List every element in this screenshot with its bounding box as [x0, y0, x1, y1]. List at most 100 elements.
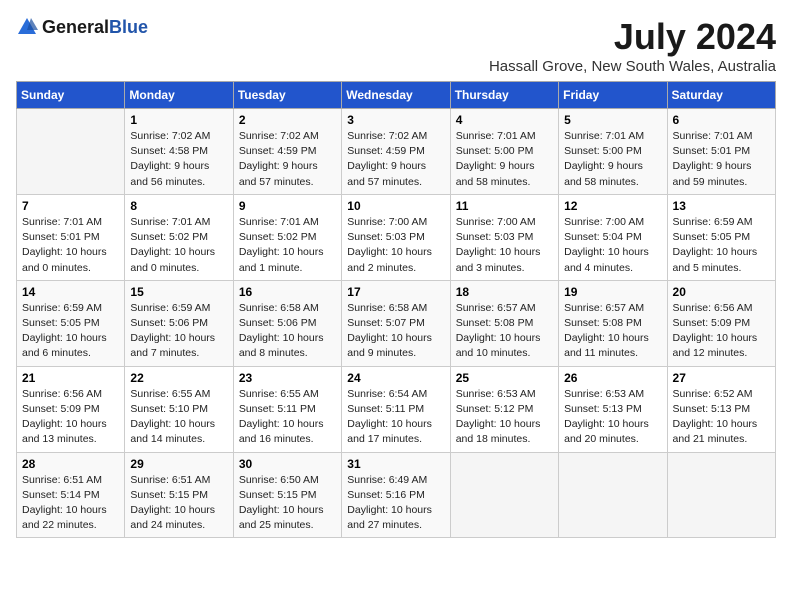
day-number: 24	[347, 371, 444, 385]
day-number: 13	[673, 199, 770, 213]
day-info: Sunrise: 7:00 AMSunset: 5:03 PMDaylight:…	[347, 215, 444, 276]
day-number: 17	[347, 285, 444, 299]
day-number: 18	[456, 285, 553, 299]
calendar-cell: 8 Sunrise: 7:01 AMSunset: 5:02 PMDaylight…	[125, 194, 233, 280]
day-number: 12	[564, 199, 661, 213]
calendar-cell: 5 Sunrise: 7:01 AMSunset: 5:00 PMDaylight…	[559, 109, 667, 195]
day-number: 28	[22, 457, 119, 471]
calendar-cell: 25Sunrise: 6:53 AMSunset: 5:12 PMDayligh…	[450, 366, 558, 452]
day-info: Sunrise: 6:59 AMSunset: 5:05 PMDaylight:…	[22, 301, 119, 362]
calendar-cell: 16 Sunrise: 6:58 AMSunset: 5:06 PMDayligh…	[233, 280, 341, 366]
calendar-cell: 7Sunrise: 7:01 AMSunset: 5:01 PMDaylight…	[17, 194, 125, 280]
day-info: Sunrise: 6:56 AMSunset: 5:09 PMDaylight:…	[673, 301, 770, 362]
day-number: 19	[564, 285, 661, 299]
day-number: 3	[347, 113, 444, 127]
calendar-cell: 13 Sunrise: 6:59 AMSunset: 5:05 PMDayligh…	[667, 194, 775, 280]
day-info: Sunrise: 7:01 AMSunset: 5:02 PMDaylight:…	[130, 215, 227, 276]
calendar-cell: 30 Sunrise: 6:50 AMSunset: 5:15 PMDayligh…	[233, 452, 341, 538]
days-header-row: SundayMondayTuesdayWednesdayThursdayFrid…	[17, 82, 776, 109]
calendar-cell	[667, 452, 775, 538]
day-info: Sunrise: 7:02 AMSunset: 4:59 PMDaylight:…	[239, 129, 336, 190]
day-info: Sunrise: 7:00 AMSunset: 5:03 PMDaylight:…	[456, 215, 553, 276]
day-info: Sunrise: 6:57 AMSunset: 5:08 PMDaylight:…	[456, 301, 553, 362]
day-info: Sunrise: 6:53 AMSunset: 5:13 PMDaylight:…	[564, 387, 661, 448]
day-info: Sunrise: 7:01 AMSunset: 5:01 PMDaylight:…	[673, 129, 770, 190]
day-info: Sunrise: 7:01 AMSunset: 5:01 PMDaylight:…	[22, 215, 119, 276]
day-number: 29	[130, 457, 227, 471]
day-info: Sunrise: 7:01 AMSunset: 5:02 PMDaylight:…	[239, 215, 336, 276]
title-area: July 2024 Hassall Grove, New South Wales…	[489, 16, 776, 75]
calendar-cell: 2 Sunrise: 7:02 AMSunset: 4:59 PMDaylight…	[233, 109, 341, 195]
logo: GeneralBlue	[16, 16, 148, 38]
calendar-cell: 3 Sunrise: 7:02 AMSunset: 4:59 PMDaylight…	[342, 109, 450, 195]
day-info: Sunrise: 6:57 AMSunset: 5:08 PMDaylight:…	[564, 301, 661, 362]
day-info: Sunrise: 6:52 AMSunset: 5:13 PMDaylight:…	[673, 387, 770, 448]
day-header-friday: Friday	[559, 82, 667, 109]
day-number: 1	[130, 113, 227, 127]
logo-text: GeneralBlue	[42, 17, 148, 38]
day-info: Sunrise: 6:56 AMSunset: 5:09 PMDaylight:…	[22, 387, 119, 448]
day-header-sunday: Sunday	[17, 82, 125, 109]
calendar-cell: 4Sunrise: 7:01 AMSunset: 5:00 PMDaylight…	[450, 109, 558, 195]
week-row-1: 1 Sunrise: 7:02 AMSunset: 4:58 PMDaylight…	[17, 109, 776, 195]
day-header-wednesday: Wednesday	[342, 82, 450, 109]
calendar-cell: 10 Sunrise: 7:00 AMSunset: 5:03 PMDayligh…	[342, 194, 450, 280]
logo-icon	[16, 16, 38, 38]
day-number: 8	[130, 199, 227, 213]
day-number: 5	[564, 113, 661, 127]
day-info: Sunrise: 6:59 AMSunset: 5:05 PMDaylight:…	[673, 215, 770, 276]
calendar-cell: 29 Sunrise: 6:51 AMSunset: 5:15 PMDayligh…	[125, 452, 233, 538]
day-number: 10	[347, 199, 444, 213]
day-info: Sunrise: 6:55 AMSunset: 5:11 PMDaylight:…	[239, 387, 336, 448]
day-number: 21	[22, 371, 119, 385]
day-info: Sunrise: 7:02 AMSunset: 4:58 PMDaylight:…	[130, 129, 227, 190]
day-info: Sunrise: 6:55 AMSunset: 5:10 PMDaylight:…	[130, 387, 227, 448]
week-row-2: 7Sunrise: 7:01 AMSunset: 5:01 PMDaylight…	[17, 194, 776, 280]
day-info: Sunrise: 6:50 AMSunset: 5:15 PMDaylight:…	[239, 473, 336, 534]
logo-general: General	[42, 17, 109, 37]
calendar-table: SundayMondayTuesdayWednesdayThursdayFrid…	[16, 81, 776, 538]
header: GeneralBlue July 2024 Hassall Grove, New…	[16, 16, 776, 75]
calendar-cell: 22 Sunrise: 6:55 AMSunset: 5:10 PMDayligh…	[125, 366, 233, 452]
day-number: 15	[130, 285, 227, 299]
calendar-cell: 11 Sunrise: 7:00 AMSunset: 5:03 PMDayligh…	[450, 194, 558, 280]
week-row-3: 14Sunrise: 6:59 AMSunset: 5:05 PMDayligh…	[17, 280, 776, 366]
day-number: 6	[673, 113, 770, 127]
calendar-cell: 17 Sunrise: 6:58 AMSunset: 5:07 PMDayligh…	[342, 280, 450, 366]
week-row-5: 28Sunrise: 6:51 AMSunset: 5:14 PMDayligh…	[17, 452, 776, 538]
calendar-cell: 27Sunrise: 6:52 AMSunset: 5:13 PMDayligh…	[667, 366, 775, 452]
day-number: 11	[456, 199, 553, 213]
calendar-cell: 31 Sunrise: 6:49 AMSunset: 5:16 PMDayligh…	[342, 452, 450, 538]
calendar-cell: 19 Sunrise: 6:57 AMSunset: 5:08 PMDayligh…	[559, 280, 667, 366]
day-number: 22	[130, 371, 227, 385]
day-number: 30	[239, 457, 336, 471]
calendar-cell: 26 Sunrise: 6:53 AMSunset: 5:13 PMDayligh…	[559, 366, 667, 452]
day-number: 16	[239, 285, 336, 299]
day-info: Sunrise: 7:01 AMSunset: 5:00 PMDaylight:…	[564, 129, 661, 190]
calendar-cell: 20Sunrise: 6:56 AMSunset: 5:09 PMDayligh…	[667, 280, 775, 366]
day-number: 2	[239, 113, 336, 127]
calendar-cell: 1 Sunrise: 7:02 AMSunset: 4:58 PMDaylight…	[125, 109, 233, 195]
day-info: Sunrise: 6:58 AMSunset: 5:07 PMDaylight:…	[347, 301, 444, 362]
calendar-cell: 12 Sunrise: 7:00 AMSunset: 5:04 PMDayligh…	[559, 194, 667, 280]
day-number: 26	[564, 371, 661, 385]
day-info: Sunrise: 6:54 AMSunset: 5:11 PMDaylight:…	[347, 387, 444, 448]
calendar-cell: 18 Sunrise: 6:57 AMSunset: 5:08 PMDayligh…	[450, 280, 558, 366]
calendar-cell: 14Sunrise: 6:59 AMSunset: 5:05 PMDayligh…	[17, 280, 125, 366]
day-info: Sunrise: 6:49 AMSunset: 5:16 PMDaylight:…	[347, 473, 444, 534]
day-number: 4	[456, 113, 553, 127]
day-info: Sunrise: 6:59 AMSunset: 5:06 PMDaylight:…	[130, 301, 227, 362]
day-info: Sunrise: 6:53 AMSunset: 5:12 PMDaylight:…	[456, 387, 553, 448]
week-row-4: 21 Sunrise: 6:56 AMSunset: 5:09 PMDayligh…	[17, 366, 776, 452]
day-info: Sunrise: 6:51 AMSunset: 5:15 PMDaylight:…	[130, 473, 227, 534]
day-number: 23	[239, 371, 336, 385]
month-title: July 2024	[489, 16, 776, 58]
calendar-cell	[17, 109, 125, 195]
day-header-saturday: Saturday	[667, 82, 775, 109]
logo-blue: Blue	[109, 17, 148, 37]
day-number: 31	[347, 457, 444, 471]
day-info: Sunrise: 7:00 AMSunset: 5:04 PMDaylight:…	[564, 215, 661, 276]
day-info: Sunrise: 6:58 AMSunset: 5:06 PMDaylight:…	[239, 301, 336, 362]
day-info: Sunrise: 7:02 AMSunset: 4:59 PMDaylight:…	[347, 129, 444, 190]
location-title: Hassall Grove, New South Wales, Australi…	[489, 58, 776, 75]
